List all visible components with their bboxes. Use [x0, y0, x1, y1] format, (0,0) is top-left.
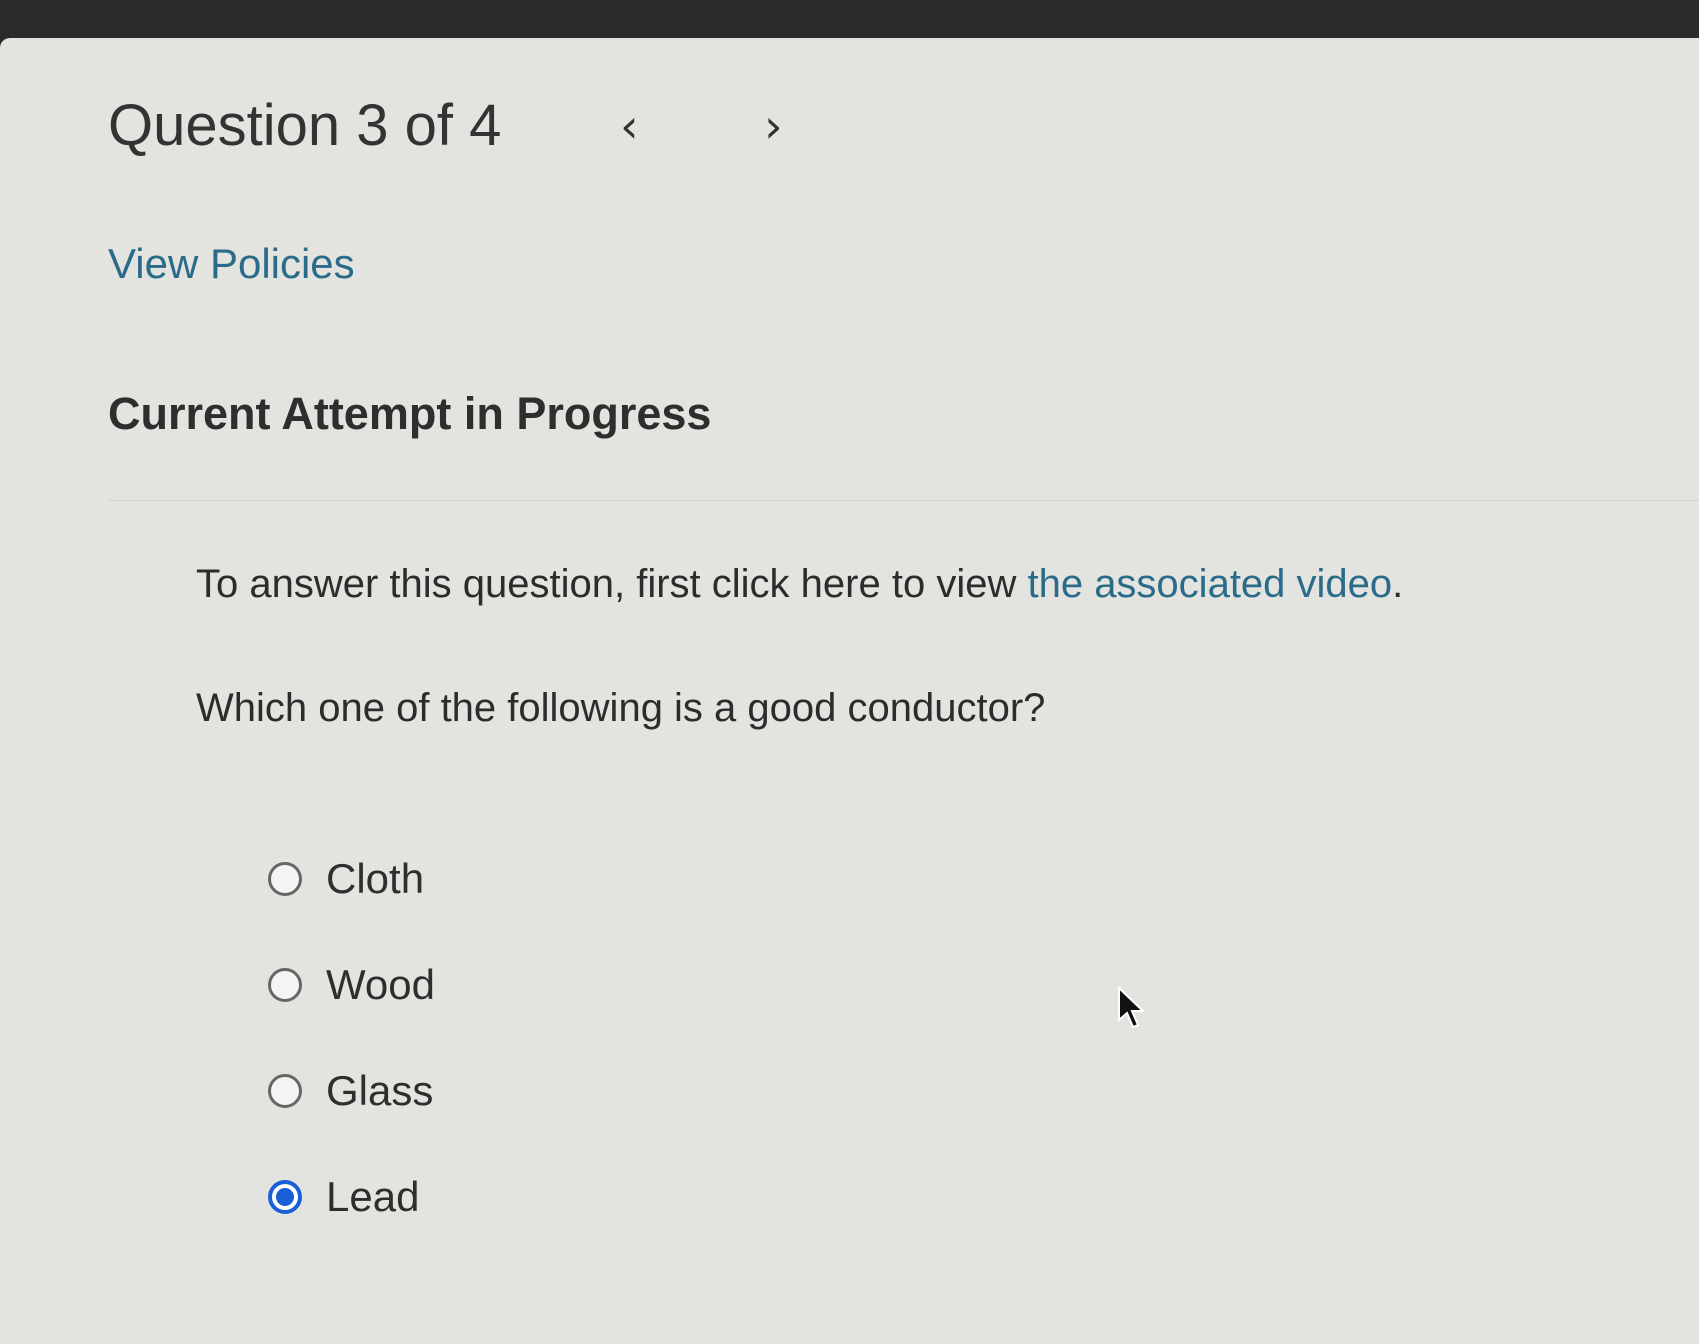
option-glass[interactable]: Glass: [268, 1038, 435, 1144]
option-label: Lead: [326, 1173, 420, 1220]
question-counter: Question 3 of 4: [108, 93, 502, 158]
option-lead[interactable]: Lead: [268, 1144, 435, 1250]
option-label: Cloth: [326, 855, 425, 902]
radio-button[interactable]: [268, 968, 302, 1002]
option-label: Wood: [326, 961, 435, 1008]
question-instructions: To answer this question, first click her…: [196, 562, 1403, 607]
instructions-text: To answer this question, first click her…: [196, 562, 1017, 606]
radio-button[interactable]: [268, 862, 302, 896]
question-header: Question 3 of 4 ‹ ›: [108, 92, 801, 159]
option-wood[interactable]: Wood: [268, 932, 435, 1038]
answer-options: Cloth Wood Glass Lead: [268, 826, 435, 1250]
view-policies-link[interactable]: View Policies: [108, 240, 355, 288]
radio-button[interactable]: [268, 1074, 302, 1108]
chevron-right-icon: ›: [764, 98, 783, 153]
option-label: Glass: [326, 1067, 434, 1114]
divider: [108, 500, 1699, 501]
mouse-pointer-icon: [1118, 986, 1146, 1029]
option-cloth[interactable]: Cloth: [268, 826, 435, 932]
attempt-status-heading: Current Attempt in Progress: [108, 388, 712, 439]
next-question-button[interactable]: ›: [745, 98, 801, 154]
associated-video-link[interactable]: the associated video: [1027, 562, 1392, 606]
radio-button-selected[interactable]: [268, 1180, 302, 1214]
question-prompt: Which one of the following is a good con…: [196, 686, 1046, 730]
instructions-period: .: [1392, 562, 1404, 606]
previous-question-button[interactable]: ‹: [601, 98, 657, 154]
radio-selected-dot: [276, 1188, 294, 1206]
chevron-left-icon: ‹: [620, 98, 639, 153]
